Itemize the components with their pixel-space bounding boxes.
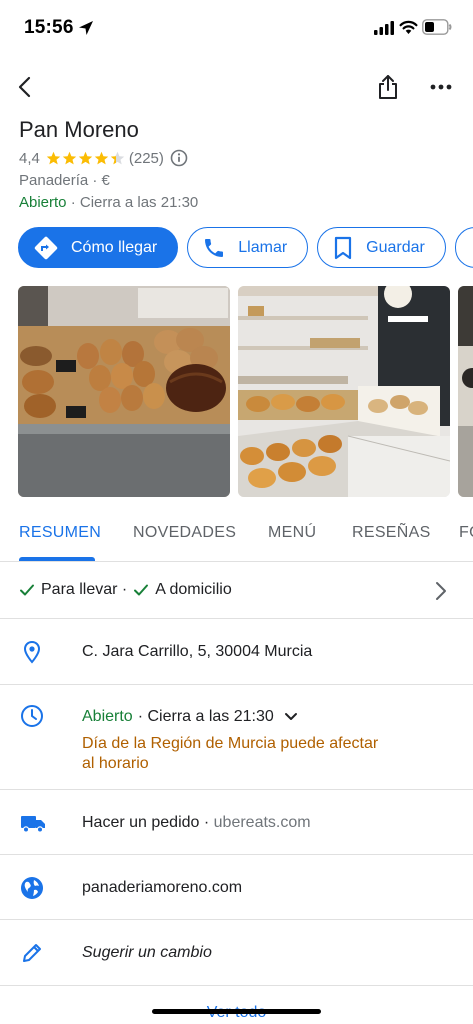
services-list: Para llevar · A domicilio — [19, 581, 232, 599]
status-bar: 15:56 — [0, 0, 473, 56]
check-icon — [134, 584, 149, 596]
truck-icon — [21, 816, 45, 833]
bookmark-icon — [335, 236, 352, 259]
phone-icon — [205, 238, 224, 257]
star-icon — [78, 151, 93, 164]
share-button[interactable] — [374, 73, 402, 101]
globe-icon — [21, 877, 43, 899]
call-label: Llamar — [238, 238, 288, 256]
order-site: ubereats.com — [213, 814, 311, 831]
suggest-edit-label: Sugerir un cambio — [82, 944, 212, 961]
rating-row[interactable]: 4,4 (225) — [19, 148, 188, 168]
tab-fotos[interactable]: FO — [459, 524, 473, 542]
service-takeaway: Para llevar · — [41, 581, 128, 598]
tab-resumen[interactable]: RESUMEN — [19, 524, 101, 542]
star-icon — [110, 151, 125, 164]
review-count: (225) — [128, 149, 164, 167]
wifi-icon — [399, 20, 418, 34]
hours-open-label: Abierto — [82, 708, 133, 725]
action-chips: Cómo llegar Llamar Guardar — [18, 227, 473, 268]
suggest-edit-row[interactable]: Sugerir un cambio — [0, 920, 473, 986]
order-label: Hacer un pedido · — [82, 814, 210, 831]
place-title: Pan Moreno — [19, 117, 139, 142]
website-link[interactable]: panaderiamoreno.com — [82, 879, 242, 897]
hours-row[interactable]: Abierto · Cierra a las 21:30 Día de la R… — [0, 685, 473, 790]
rating-value: 4,4 — [19, 149, 40, 167]
signal-icon — [374, 21, 394, 35]
map-pin-icon — [23, 640, 41, 664]
tab-bar: RESUMEN NOVEDADES MENÚ RESEÑAS FO — [0, 514, 473, 562]
directions-label: Cómo llegar — [71, 238, 158, 256]
address-row[interactable]: C. Jara Carrillo, 5, 30004 Murcia — [0, 619, 473, 685]
holiday-notice-line2: al horario — [82, 755, 149, 772]
more-options-button[interactable] — [427, 73, 455, 101]
chevron-down-icon[interactable] — [284, 712, 298, 722]
tab-resenas[interactable]: RESEÑAS — [352, 524, 431, 542]
check-icon — [20, 584, 34, 596]
open-status-label: Abierto — [19, 194, 67, 211]
holiday-notice-line1: Día de la Región de Murcia puede afectar — [82, 735, 379, 752]
star-rating — [46, 151, 125, 166]
photo-partial[interactable] — [458, 286, 473, 497]
share-chip[interactable] — [454, 227, 473, 268]
services-row[interactable]: Para llevar · A domicilio — [0, 562, 473, 619]
address-text: C. Jara Carrillo, 5, 30004 Murcia — [82, 643, 313, 660]
category-label: Panadería · € — [19, 172, 110, 189]
pencil-icon — [23, 944, 41, 962]
chevron-right-icon — [436, 582, 446, 600]
call-button[interactable]: Llamar — [187, 227, 309, 268]
photo-bread-shelf[interactable] — [18, 286, 230, 497]
hours-closing: · Cierra a las 21:30 — [137, 708, 274, 725]
service-delivery: A domicilio — [155, 581, 232, 598]
star-icon — [62, 151, 77, 164]
home-indicator — [152, 1009, 321, 1014]
star-icon — [46, 151, 61, 164]
location-arrow-icon — [79, 21, 93, 35]
tab-novedades[interactable]: NOVEDADES — [133, 524, 236, 542]
clock-icon — [21, 705, 43, 727]
order-row[interactable]: Hacer un pedido · ubereats.com — [0, 790, 473, 855]
closing-time: · Cierra a las 21:30 — [70, 194, 199, 211]
order-text: Hacer un pedido · ubereats.com — [82, 814, 311, 832]
photo-display-case[interactable] — [238, 286, 450, 497]
more-icon — [430, 84, 452, 90]
open-status: Abierto · Cierra a las 21:30 — [19, 194, 198, 211]
tab-menu[interactable]: MENÚ — [268, 524, 316, 542]
photo-carousel[interactable] — [18, 286, 473, 497]
hours-status: Abierto · Cierra a las 21:30 — [82, 708, 298, 726]
directions-button[interactable]: Cómo llegar — [18, 227, 179, 268]
info-icon[interactable] — [170, 149, 188, 167]
star-icon — [94, 151, 109, 164]
save-label: Guardar — [366, 238, 425, 256]
back-button[interactable] — [12, 73, 40, 101]
website-row[interactable]: panaderiamoreno.com — [0, 855, 473, 920]
back-icon — [18, 76, 31, 98]
active-tab-indicator — [19, 557, 95, 561]
directions-icon — [34, 236, 58, 259]
battery-icon — [422, 19, 452, 35]
share-icon — [379, 75, 397, 99]
save-button[interactable]: Guardar — [317, 227, 446, 268]
status-time: 15:56 — [24, 17, 74, 38]
holiday-notice: Día de la Región de Murcia puede afectar… — [82, 734, 378, 774]
